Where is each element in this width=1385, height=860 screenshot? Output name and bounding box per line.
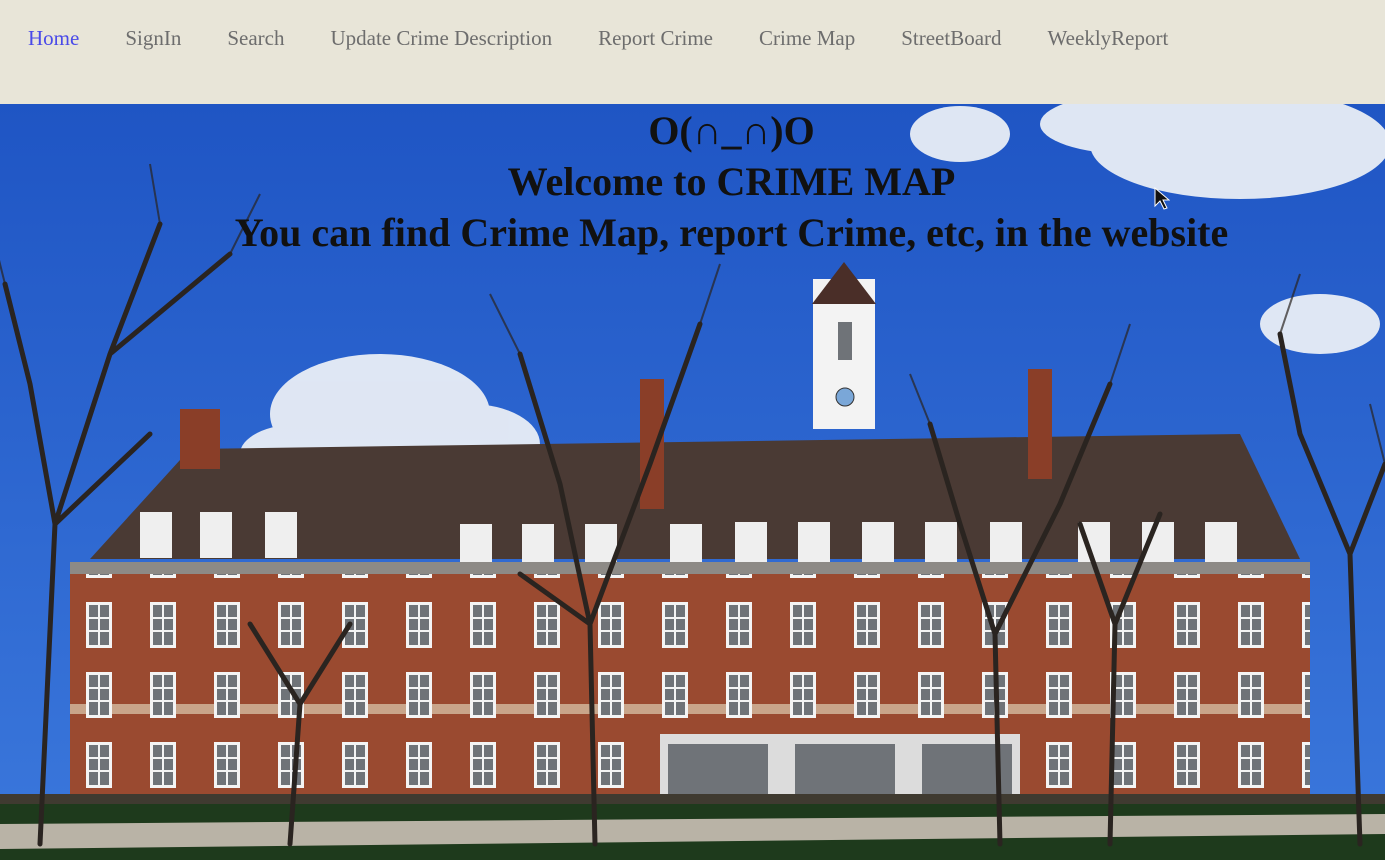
- tagline-heading: You can find Crime Map, report Crime, et…: [234, 210, 1229, 255]
- nav-link-signin[interactable]: SignIn: [125, 24, 181, 52]
- nav-list: Home SignIn Search Update Crime Descript…: [28, 24, 1168, 52]
- nav-link-streetboard[interactable]: StreetBoard: [901, 24, 1001, 52]
- mouse-pointer-icon: [1154, 187, 1170, 210]
- nav-link-search[interactable]: Search: [227, 24, 284, 52]
- nav-link-weeklyreport[interactable]: WeeklyReport: [1048, 24, 1169, 52]
- welcome-heading: Welcome to CRIME MAP: [507, 159, 956, 204]
- nav-link-home[interactable]: Home: [28, 24, 79, 52]
- nav-link-update-crime-description[interactable]: Update Crime Description: [330, 24, 552, 52]
- hero-banner: O(∩_∩)O Welcome to CRIME MAP You can fin…: [0, 104, 1385, 860]
- emoticon-heading: O(∩_∩)O: [648, 108, 815, 153]
- top-navbar: Home SignIn Search Update Crime Descript…: [0, 0, 1385, 104]
- nav-link-report-crime[interactable]: Report Crime: [598, 24, 713, 52]
- nav-link-crime-map[interactable]: Crime Map: [759, 24, 855, 52]
